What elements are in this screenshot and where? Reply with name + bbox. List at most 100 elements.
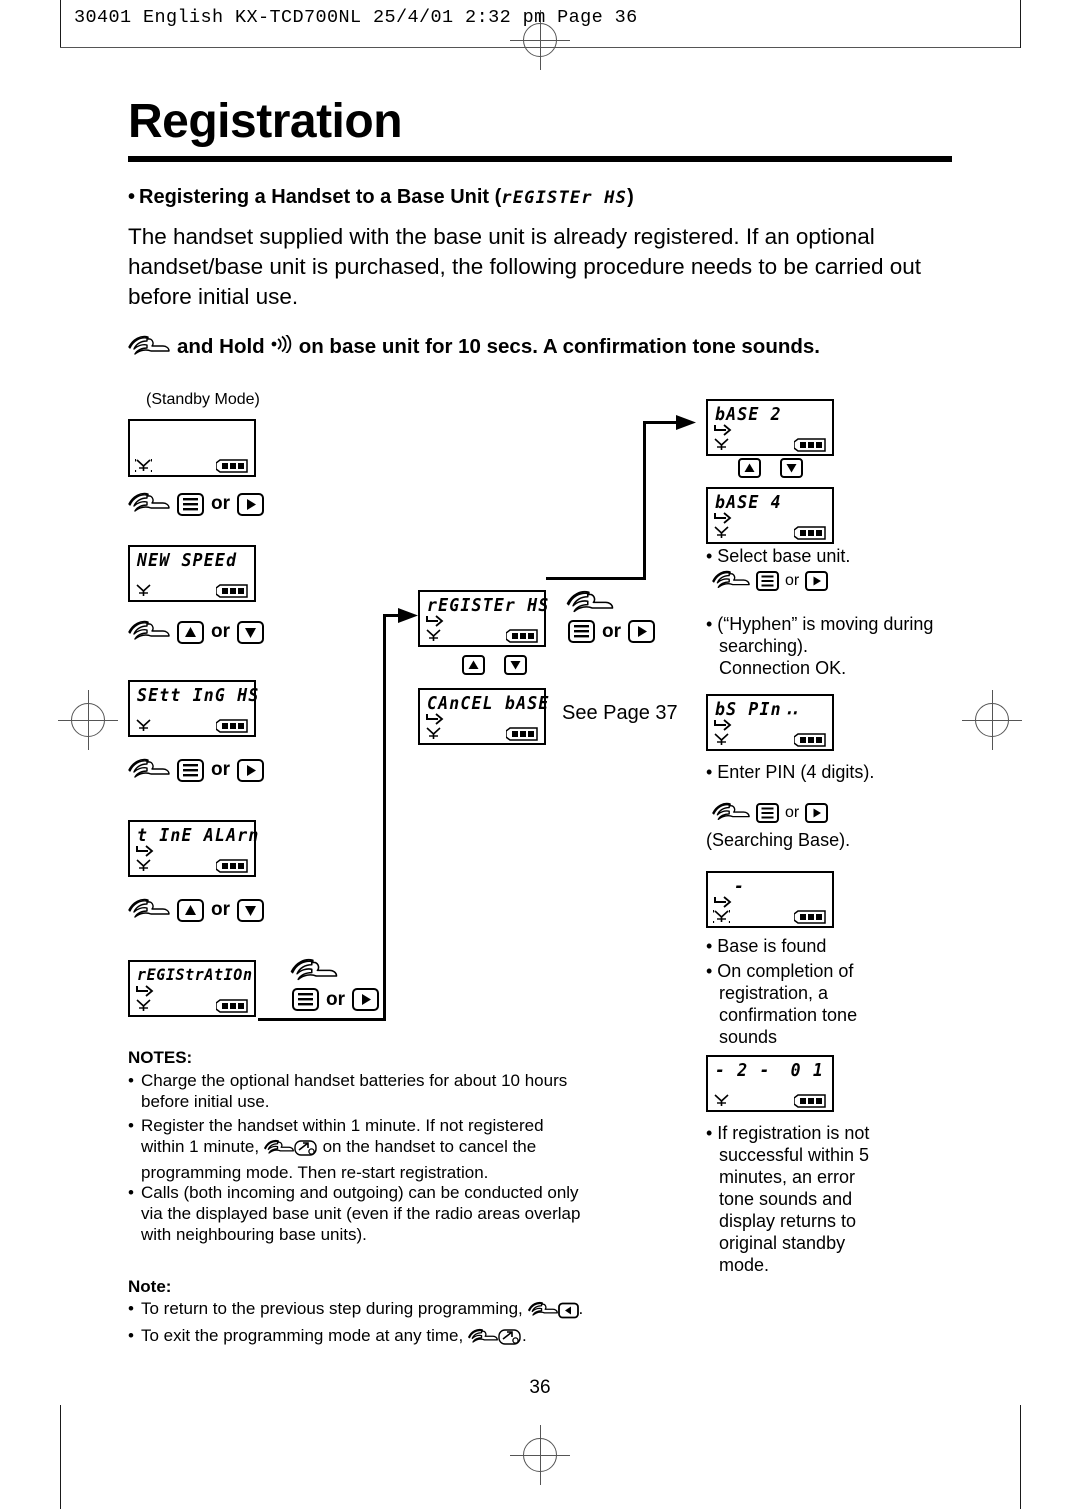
pointing-hand-icon [128,492,170,516]
registration-mark-left [58,690,118,750]
power-off-key-icon[interactable] [498,1328,522,1351]
note-item-2-text: To exit the programming mode at any time… [141,1326,464,1345]
list-item: Register the handset within 1 minute. If… [128,1115,658,1183]
lcd-bs-pin: bS PIn ‥ [706,694,834,751]
title-underline [128,156,952,162]
down-arrow-key-icon[interactable] [237,620,264,644]
subheading-bullet: • [128,186,136,208]
list-item: To exit the programming mode at any time… [128,1325,658,1351]
menu-indicator-arrow-icon [135,844,157,858]
right-arrow-key-icon[interactable] [237,492,264,516]
list-item: Charge the optional handset batteries fo… [128,1070,658,1112]
or-label: or [211,759,230,780]
speaker-wave-icon [271,333,293,360]
antenna-icon [135,717,152,734]
keyrow-registerhs-scroll [462,655,527,675]
keyrow-standby-to-newspeed: or [128,492,264,516]
up-arrow-key-icon[interactable] [177,898,204,922]
antenna-icon [713,1092,730,1109]
right-arrow-key-icon[interactable] [628,620,655,643]
right-arrow-key-icon[interactable] [805,803,829,823]
note-item-2: To exit the programming mode at any time… [128,1325,658,1351]
left-arrow-key-icon[interactable] [557,1302,579,1324]
battery-icon [506,629,538,643]
lcd-searching: - [706,871,834,928]
notes-item-3: Calls (both incoming and outgoing) can b… [128,1182,658,1245]
down-arrow-key-icon[interactable] [237,898,264,922]
crop-line-right-bottom [1020,1405,1021,1509]
flow-line-registerhs-to-base2-v [643,421,646,580]
registration-mark-right [962,690,1022,750]
lcd-register-hs-text: rEGISTEr HS [427,595,550,616]
enter-pin-text: • Enter PIN (4 digits). [706,762,875,782]
or-label: or [326,988,345,1010]
lcd-registration: rEGIStrAtIOn [128,960,256,1017]
antenna-icon [425,725,442,742]
lcd-bs-pin-text: bS PIn [715,699,782,720]
hold-post-text: on base unit for 10 secs. A confirmation… [298,335,820,358]
antenna-icon [713,436,730,453]
keyrow-pin-confirm: or [712,802,829,824]
failure-line-5: original standby [719,1233,846,1253]
print-slug: 30401 English KX-TCD700NL 25/4/01 2:32 p… [74,7,638,28]
failure-line-2: minutes, an error [719,1167,856,1187]
down-arrow-key-icon[interactable] [780,458,803,478]
menu-indicator-arrow-icon [713,895,735,909]
completion-line-1: registration, a [719,983,829,1003]
page-number: 36 [529,1377,551,1398]
notes-item-2-mid-post: on the handset to cancel the [322,1137,537,1156]
hyphen-note: • (“Hyphen” is moving during searching).… [706,613,976,679]
notes-item-2-line-last: programming mode. Then re-start registra… [141,1163,489,1182]
up-arrow-key-icon[interactable] [738,458,761,478]
antenna-icon [713,908,730,925]
or-label: or [211,621,230,642]
menu-key-icon[interactable] [756,571,779,591]
crop-line-left-bottom [60,1405,61,1509]
power-off-key-icon[interactable] [294,1139,318,1162]
lcd-time-alarm-text: t InE ALArn [137,825,260,846]
antenna-icon [135,857,152,874]
subheading-close: ) [627,186,634,208]
right-arrow-key-icon[interactable] [237,758,264,782]
notes-item-2: Register the handset within 1 minute. If… [128,1115,658,1183]
lcd-bs-pin-cursor: ‥ [786,697,800,720]
notes-item-1-line-1: before initial use. [141,1092,270,1111]
menu-key-icon[interactable] [756,803,779,823]
searching-base-label: (Searching Base). [706,830,851,850]
lcd-registration-text: rEGIStrAtIOn [137,965,253,985]
subheading-lcd-term: rEGISTEr HS [501,188,628,208]
notes-item-1-line-0: Charge the optional handset batteries fo… [141,1071,568,1090]
menu-key-icon[interactable] [177,492,204,516]
antenna-icon [135,997,152,1014]
battery-icon [216,459,248,473]
note-item-1: To return to the previous step during pr… [128,1298,658,1324]
menu-key-icon[interactable] [568,620,595,643]
up-arrow-key-icon[interactable] [177,620,204,644]
lcd-setting-hs: SEtt InG HS [128,680,258,737]
keyrow-registration-confirm: or [292,988,379,1011]
menu-key-icon[interactable] [292,988,319,1011]
right-arrow-key-icon[interactable] [805,571,829,591]
up-arrow-key-icon[interactable] [462,655,485,675]
battery-icon [216,859,248,873]
pointing-hand-icon [468,1328,498,1351]
menu-indicator-arrow-icon [713,423,735,437]
keyrow-select-base-confirm: or [712,570,829,592]
pointing-hand-icon [290,958,338,985]
right-arrow-key-icon[interactable] [352,988,379,1011]
completion-line-2: confirmation tone [719,1005,858,1025]
lcd-new-speed-text: NEW SPEEd [137,550,238,571]
crop-line-right-top [1020,0,1021,48]
hyphen-note-line2: searching). [719,636,809,656]
note-item-1-period: . [578,1299,584,1318]
lcd-base-2-text: bASE 2 [715,404,782,425]
failure-line-3: tone sounds and [719,1189,853,1209]
battery-icon [506,727,538,741]
menu-key-icon[interactable] [177,758,204,782]
subheading-text: Registering a Handset to a Base Unit ( [139,186,502,208]
down-arrow-key-icon[interactable] [504,655,527,675]
failure-line-0: • If registration is not [706,1123,870,1143]
pointing-hand-icon [712,570,750,592]
select-base-text: • Select base unit. [706,546,851,566]
keyrow-base-scroll [738,458,803,478]
